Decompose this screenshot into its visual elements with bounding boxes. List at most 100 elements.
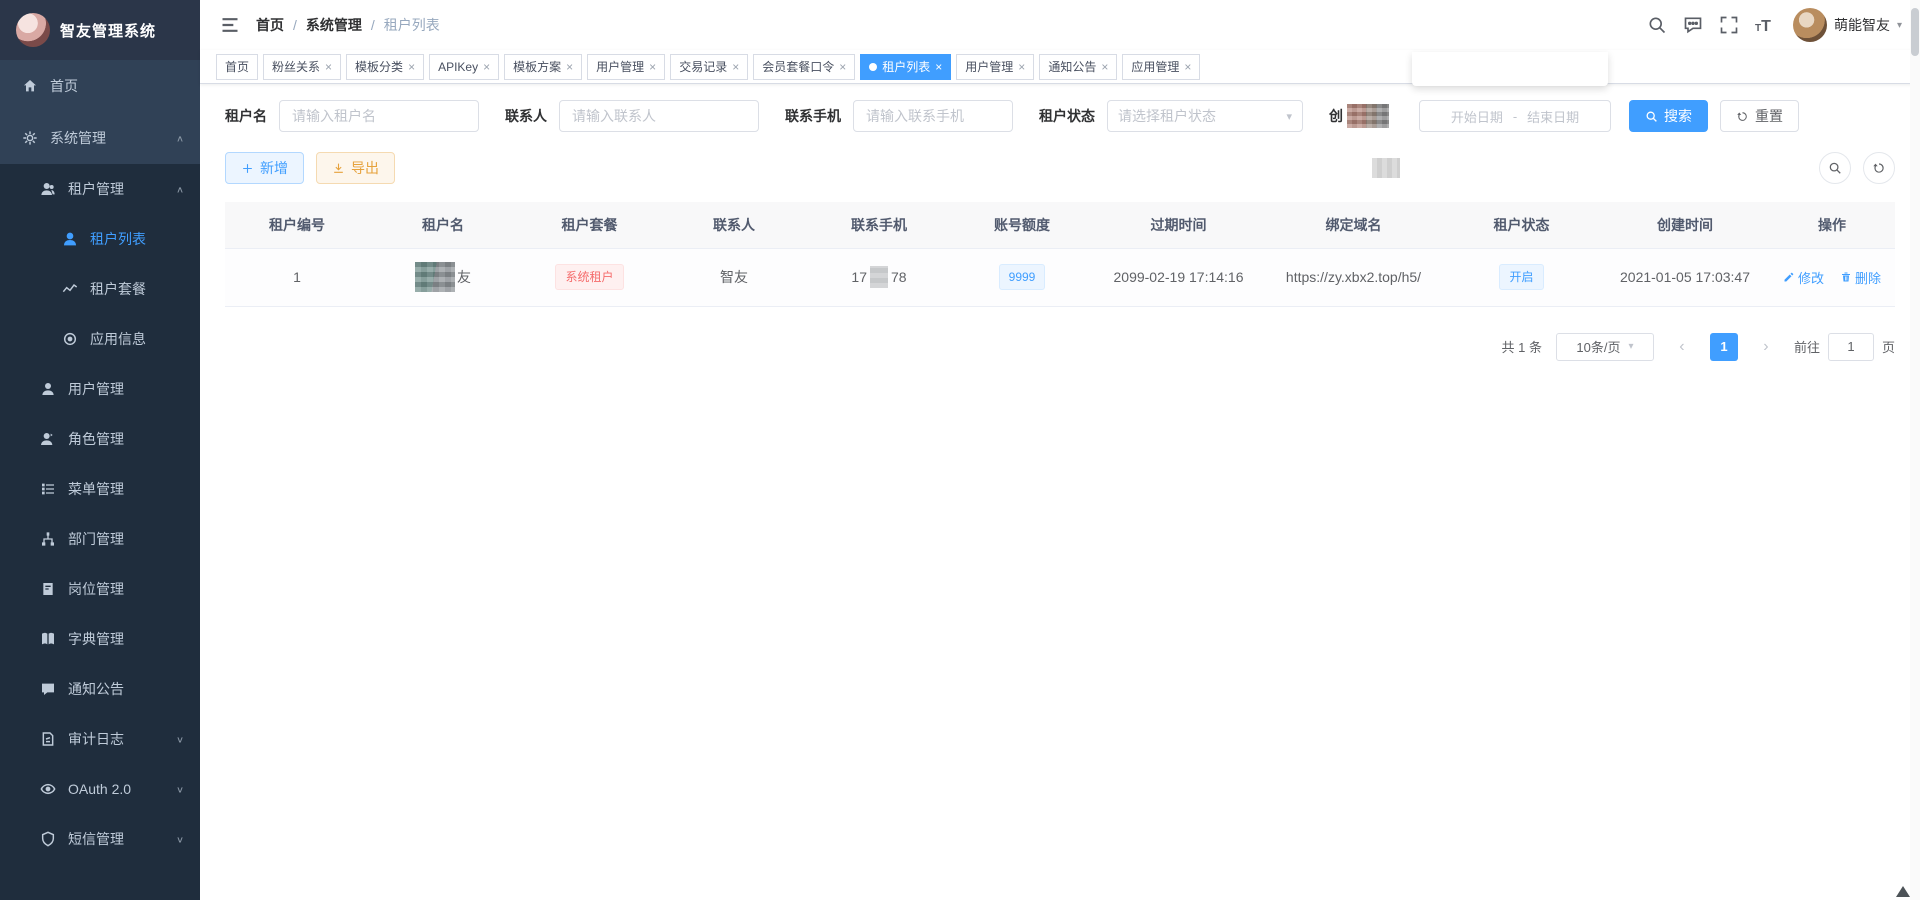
date-separator: -: [1513, 109, 1517, 124]
breadcrumb-system[interactable]: 系统管理: [306, 15, 362, 35]
close-icon[interactable]: ×: [1184, 61, 1191, 73]
refresh-icon: [1736, 110, 1749, 123]
fullscreen-icon[interactable]: [1719, 15, 1739, 35]
eye-icon: [40, 781, 56, 797]
close-icon[interactable]: ×: [1018, 61, 1025, 73]
close-icon[interactable]: ×: [649, 61, 656, 73]
breadcrumb-home[interactable]: 首页: [256, 15, 284, 35]
close-icon[interactable]: ×: [1101, 61, 1108, 73]
tab-template-category[interactable]: 模板分类×: [346, 54, 424, 80]
tab-tenant-list-active[interactable]: 租户列表×: [860, 54, 951, 80]
table-toolbar: 新增 导出: [225, 152, 1895, 184]
col-phone: 联系手机: [806, 202, 952, 248]
export-button[interactable]: 导出: [316, 152, 395, 184]
sidebar-item-post-mgmt[interactable]: 岗位管理: [0, 564, 200, 614]
col-domain: 绑定域名: [1265, 202, 1442, 248]
create-time-daterange[interactable]: 开始日期 - 结束日期: [1419, 100, 1611, 132]
font-size-icon[interactable]: [1755, 15, 1777, 35]
pagination-goto: 前往 页: [1794, 333, 1895, 361]
tab-trade-record[interactable]: 交易记录×: [670, 54, 748, 80]
sidebar-item-label: 用户管理: [68, 379, 124, 399]
user-avatar: [1793, 8, 1827, 42]
app-logo[interactable]: 智友管理系统: [0, 0, 200, 60]
sidebar-item-audit-log[interactable]: 审计日志 ∨: [0, 714, 200, 764]
sidebar-item-oauth[interactable]: OAuth 2.0 ∨: [0, 764, 200, 814]
sidebar-item-home[interactable]: 首页: [0, 60, 200, 112]
tab-notice[interactable]: 通知公告×: [1039, 54, 1117, 80]
edit-link[interactable]: 修改: [1783, 268, 1824, 287]
scrollbar-thumb[interactable]: [1911, 8, 1919, 56]
col-contact: 联系人: [662, 202, 806, 248]
sidebar-item-role-mgmt[interactable]: 角色管理: [0, 414, 200, 464]
sidebar-item-tenant-mgmt[interactable]: 租户管理 ∧: [0, 164, 200, 214]
hamburger-icon[interactable]: [220, 15, 240, 35]
sidebar-item-label: 字典管理: [68, 629, 124, 649]
tab-home[interactable]: 首页: [216, 54, 258, 80]
sidebar-item-menu-mgmt[interactable]: 菜单管理: [0, 464, 200, 514]
sidebar: 智友管理系统 首页 系统管理 ∧ 租户管理 ∧ 租户列表 租户套餐 应用信息: [0, 0, 200, 900]
sidebar-item-dict-mgmt[interactable]: 字典管理: [0, 614, 200, 664]
quota-tag: 9999: [999, 264, 1046, 290]
home-icon: [22, 78, 38, 94]
header-dropdown-panel: [1412, 52, 1608, 86]
close-icon[interactable]: ×: [839, 61, 846, 73]
close-icon[interactable]: ×: [483, 61, 490, 73]
sidebar-item-notice[interactable]: 通知公告: [0, 664, 200, 714]
sidebar-item-label: 通知公告: [68, 679, 124, 699]
caret-down-icon: ▾: [1628, 341, 1633, 352]
close-icon[interactable]: ×: [566, 61, 573, 73]
close-icon[interactable]: ×: [325, 61, 332, 73]
add-button[interactable]: 新增: [225, 152, 304, 184]
chart-icon: [62, 281, 78, 297]
scroll-bottom-arrow[interactable]: [1896, 886, 1910, 897]
active-dot: [869, 63, 877, 71]
delete-link[interactable]: 删除: [1840, 268, 1881, 287]
user-menu[interactable]: 萌能智友 ▾: [1793, 8, 1902, 42]
chevron-down-icon: ∨: [176, 734, 184, 744]
sidebar-item-system[interactable]: 系统管理 ∧: [0, 112, 200, 164]
search-icon[interactable]: [1647, 15, 1667, 35]
redaction-mosaic-small: [1372, 158, 1400, 178]
sidebar-item-label: 首页: [50, 76, 78, 96]
goto-page-input[interactable]: [1828, 333, 1874, 361]
tab-user-mgmt-1[interactable]: 用户管理×: [587, 54, 665, 80]
page-scrollbar[interactable]: [1910, 0, 1920, 900]
message-icon[interactable]: [1683, 15, 1703, 35]
tab-template-plan[interactable]: 模板方案×: [504, 54, 582, 80]
sidebar-item-app-info[interactable]: 应用信息: [0, 314, 200, 364]
sidebar-item-tenant-package[interactable]: 租户套餐: [0, 264, 200, 314]
sidebar-item-dept-mgmt[interactable]: 部门管理: [0, 514, 200, 564]
sidebar-item-tenant-list[interactable]: 租户列表: [0, 214, 200, 264]
sidebar-item-label: 系统管理: [50, 128, 106, 148]
page-size-select[interactable]: 10条/页 ▾: [1556, 333, 1654, 361]
tab-app-mgmt[interactable]: 应用管理×: [1122, 54, 1200, 80]
create-time-label: 创: [1329, 106, 1343, 126]
search-button[interactable]: 搜索: [1629, 100, 1708, 132]
tenant-status-select[interactable]: 请选择租户状态 ▾: [1107, 100, 1303, 132]
toggle-search-button[interactable]: [1819, 152, 1851, 184]
tab-apikey[interactable]: APIKey×: [429, 54, 499, 80]
reset-button[interactable]: 重置: [1720, 100, 1799, 132]
next-page-button[interactable]: ›: [1752, 333, 1780, 361]
cell-actions: 修改 删除: [1769, 248, 1895, 306]
chevron-up-icon: ∧: [176, 133, 184, 143]
close-icon[interactable]: ×: [732, 61, 739, 73]
close-icon[interactable]: ×: [408, 61, 415, 73]
sidebar-item-sms-mgmt[interactable]: 短信管理 ∨: [0, 814, 200, 864]
tab-member-package-code[interactable]: 会员套餐口令×: [753, 54, 855, 80]
sidebar-item-user-mgmt[interactable]: 用户管理: [0, 364, 200, 414]
breadcrumb: 首页 / 系统管理 / 租户列表: [256, 15, 440, 35]
tab-user-mgmt-2[interactable]: 用户管理×: [956, 54, 1034, 80]
close-icon[interactable]: ×: [935, 61, 942, 73]
sidebar-item-label: 租户管理: [68, 179, 124, 199]
contact-input[interactable]: [559, 100, 759, 132]
list-icon: [40, 481, 56, 497]
phone-input[interactable]: [853, 100, 1013, 132]
tenant-name-input[interactable]: [279, 100, 479, 132]
caret-down-icon: ▾: [1286, 110, 1292, 123]
tab-fans[interactable]: 粉丝关系×: [263, 54, 341, 80]
refresh-button[interactable]: [1863, 152, 1895, 184]
breadcrumb-separator: /: [293, 17, 297, 33]
page-number-current[interactable]: 1: [1710, 333, 1738, 361]
prev-page-button[interactable]: ‹: [1668, 333, 1696, 361]
